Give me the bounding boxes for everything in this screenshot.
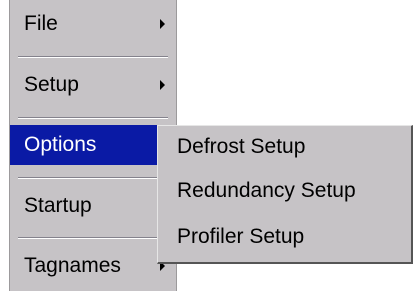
- submenu-arrow-icon: [160, 80, 165, 90]
- menu-item-tagnames-label: Tagnames: [24, 254, 121, 277]
- menu-item-options[interactable]: Options: [10, 125, 176, 165]
- menu-item-startup-label: Startup: [24, 194, 92, 217]
- menu-separator: [18, 237, 168, 239]
- menu-item-setup-label: Setup: [24, 73, 79, 96]
- submenu-item-redundancy-setup-label: Redundancy Setup: [177, 179, 356, 202]
- menu-separator: [18, 56, 168, 58]
- menu-item-startup[interactable]: Startup: [10, 186, 176, 226]
- menu-item-options-label: Options: [24, 133, 97, 156]
- submenu-item-defrost-setup-label: Defrost Setup: [177, 135, 306, 158]
- menu-separator: [18, 117, 168, 119]
- submenu-item-redundancy-setup[interactable]: Redundancy Setup: [158, 171, 411, 211]
- options-submenu: Defrost Setup Redundancy Setup Profiler …: [157, 125, 413, 264]
- submenu-item-defrost-setup[interactable]: Defrost Setup: [158, 127, 411, 167]
- submenu-item-profiler-setup[interactable]: Profiler Setup: [158, 217, 411, 257]
- menu-separator: [18, 177, 168, 179]
- submenu-item-profiler-setup-label: Profiler Setup: [177, 225, 305, 248]
- menu-item-file-label: File: [24, 12, 58, 35]
- main-menu: File Setup Options Startup Tagnames: [9, 0, 177, 291]
- submenu-arrow-icon: [160, 19, 165, 29]
- menu-item-setup[interactable]: Setup: [10, 65, 176, 105]
- menu-item-file[interactable]: File: [10, 4, 176, 44]
- menu-item-tagnames[interactable]: Tagnames: [10, 246, 176, 286]
